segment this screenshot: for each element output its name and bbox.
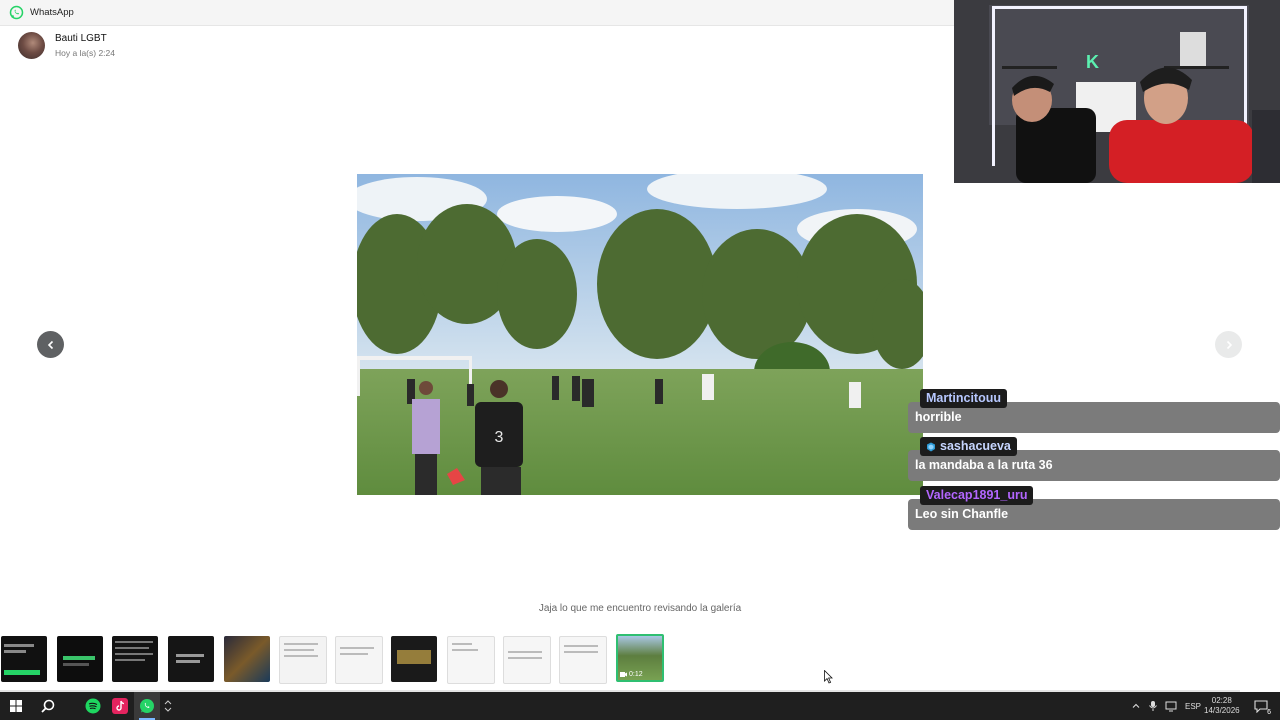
gallery-thumbnail[interactable] [503,636,551,684]
whatsapp-logo-icon [9,5,24,20]
network-icon[interactable] [1165,701,1177,712]
taskbar-overflow-button[interactable] [162,692,174,720]
message-sender-header: Bauti LGBT Hoy a la(s) 2:24 [18,32,318,62]
title-bar: WhatsApp [0,0,954,26]
gallery-thumbnail[interactable] [112,636,158,682]
gallery-thumbnail-selected[interactable]: 0:12 [616,634,664,682]
chevron-left-icon [47,340,53,349]
gallery-thumbnail-strip: 0:12 [0,634,700,684]
taskbar-whatsapp-button[interactable] [134,692,160,720]
chat-message-text: horrible [915,410,962,424]
webcam-overlay: K [954,0,1280,183]
gallery-thumbnail[interactable] [391,636,437,682]
svg-text:K: K [1086,52,1099,72]
gallery-thumbnail[interactable] [57,636,103,682]
app-title: WhatsApp [30,7,74,18]
notification-center-button[interactable]: 6 [1250,692,1272,720]
chat-username: Valecap1891_uru [920,486,1034,505]
previous-media-button[interactable] [37,331,64,358]
next-media-button[interactable] [1215,331,1242,358]
chat-message: Valecap1891_uru Leo sin Chanfle [908,486,1280,531]
clock[interactable]: 02:28 14/3/2026 [1204,692,1240,720]
whatsapp-icon [140,699,154,713]
gallery-thumbnail[interactable] [1,636,47,682]
message-time: Hoy a la(s) 2:24 [55,48,115,58]
taskbar: ESP 02:28 14/3/2026 6 [0,692,1280,720]
chat-username: Martincitouu [920,389,1007,408]
notification-icon [1254,699,1268,713]
spotify-icon [85,698,101,714]
language-indicator[interactable]: ESP [1185,702,1201,711]
media-caption: Jaja lo que me encuentro revisando la ga… [538,603,742,614]
svg-text:3: 3 [495,429,504,446]
chat-message-text: la mandaba a la ruta 36 [915,458,1053,472]
gallery-thumbnail[interactable] [168,636,214,682]
search-icon [41,699,55,713]
start-button[interactable] [4,692,28,720]
chevron-up-down-icon [164,700,172,712]
clock-time: 02:28 [1211,696,1232,705]
video-duration: 0:12 [629,671,643,678]
gallery-thumbnail[interactable] [279,636,327,684]
chevron-right-icon [1226,340,1232,349]
gallery-thumbnail[interactable] [559,636,607,684]
mouse-cursor-icon [824,670,833,684]
microphone-icon[interactable] [1148,700,1158,712]
system-tray: ESP [1131,692,1201,720]
avatar[interactable] [18,32,45,59]
media-viewer-video[interactable]: 3 [357,174,923,495]
chat-message-text: Leo sin Chanfle [915,507,1009,521]
tiktok-icon [112,698,128,714]
taskbar-spotify-button[interactable] [80,692,106,720]
sender-name: Bauti LGBT [55,33,107,44]
gallery-thumbnail[interactable] [224,636,270,682]
notification-count: 6 [1267,709,1271,716]
webcam-feed-image: K [954,0,1280,183]
badge-icon [927,442,935,451]
taskbar-tiktok-button[interactable] [107,692,133,720]
gallery-thumbnail[interactable] [447,636,495,684]
windows-start-icon [10,700,22,712]
gallery-thumbnail[interactable] [335,636,383,684]
video-camera-icon [620,672,627,677]
taskbar-search-button[interactable] [35,692,61,720]
chat-message: sashacueva la mandaba a la ruta 36 [908,437,1280,482]
chat-message: Martincitouu horrible [908,389,1280,434]
chat-username: sashacueva [920,437,1017,456]
chevron-up-icon[interactable] [1131,701,1141,711]
video-frame-image: 3 [357,174,923,495]
clock-date: 14/3/2026 [1204,706,1240,715]
